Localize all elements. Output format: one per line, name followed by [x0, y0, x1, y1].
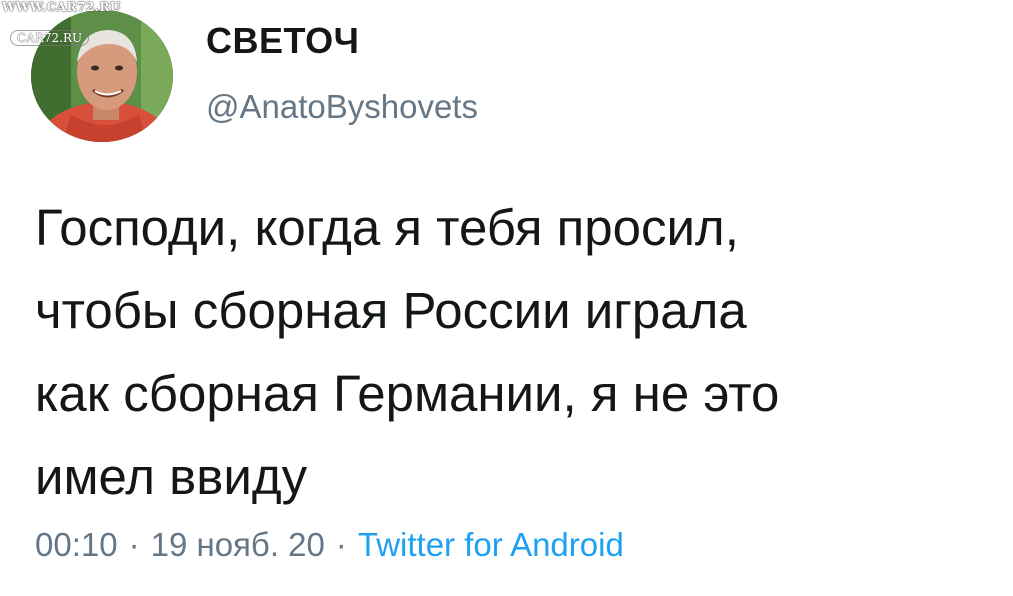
tweet-meta: 00:10 · 19 нояб. 20 · Twitter for Android: [35, 526, 624, 564]
display-name[interactable]: СВЕТОЧ: [206, 20, 359, 62]
tweet-date[interactable]: 19 нояб. 20: [151, 526, 325, 563]
tweet-card: WWW.CAR72.RU CAR72.RU СВЕТОЧ @AnatoBysho…: [0, 0, 1013, 596]
meta-separator: ·: [128, 526, 140, 563]
user-handle[interactable]: @AnatoByshovets: [206, 88, 478, 126]
watermark-badge: CAR72.RU: [10, 30, 90, 46]
tweet-text-line: Господи, когда я тебя просил,: [35, 199, 739, 256]
tweet-text-line: имел ввиду: [35, 448, 308, 505]
tweet-text: Господи, когда я тебя просил, чтобы сбор…: [35, 186, 995, 518]
meta-separator: ·: [335, 526, 347, 563]
watermark: WWW.CAR72.RU: [2, 0, 121, 14]
tweet-text-line: как сборная Германии, я не это: [35, 365, 780, 422]
tweet-source-link[interactable]: Twitter for Android: [358, 526, 624, 563]
tweet-time[interactable]: 00:10: [35, 526, 118, 563]
tweet-text-line: чтобы сборная России играла: [35, 282, 747, 339]
